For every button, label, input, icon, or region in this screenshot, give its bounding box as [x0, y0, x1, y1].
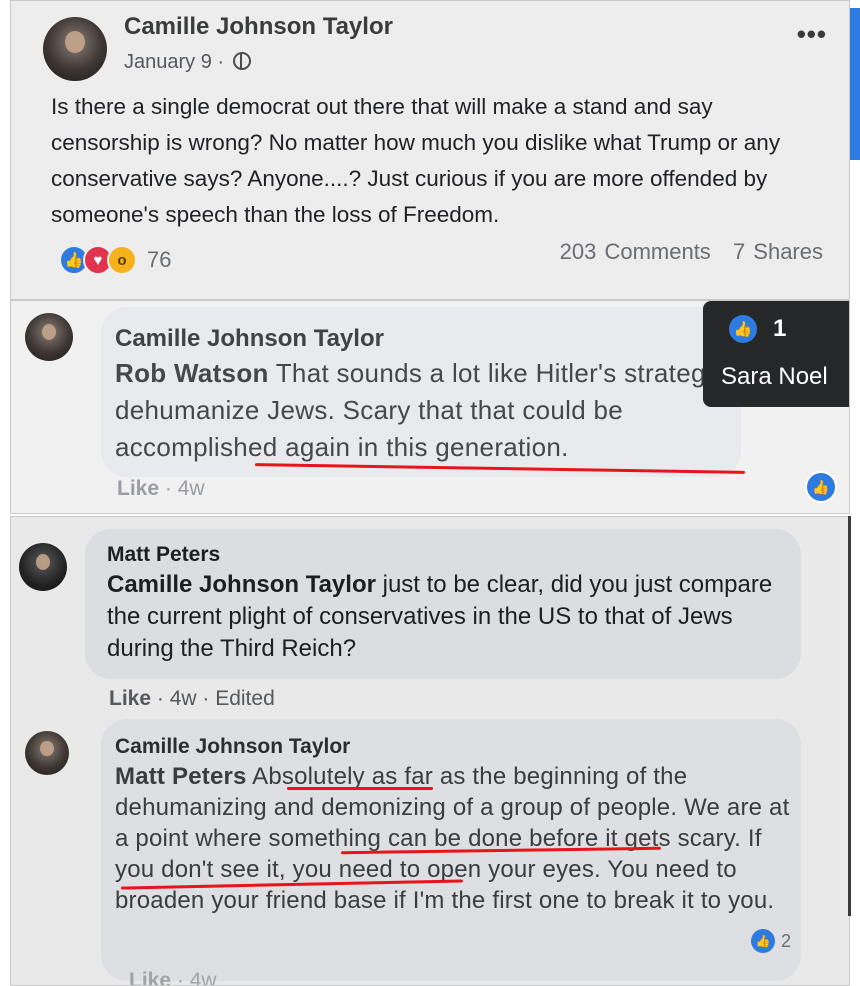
comment-timestamp[interactable]: · 4w [165, 477, 205, 500]
reactions-tooltip: 👍 1 Sara Noel [703, 301, 849, 407]
reaction-count: 76 [147, 247, 172, 272]
red-underline [287, 787, 433, 790]
comment-reaction-count: 2 [781, 930, 792, 951]
thread-card: Matt Peters Camille Johnson Taylor just … [10, 516, 850, 986]
commenter-avatar[interactable] [25, 731, 69, 775]
tooltip-name: Sara Noel [721, 363, 828, 390]
comment-author[interactable]: Camille Johnson Taylor [115, 735, 350, 759]
comment-text: Matt Peters Absolutely as far as the beg… [115, 761, 795, 916]
like-icon: 👍 [751, 929, 775, 953]
commenter-avatar[interactable] [19, 543, 67, 591]
post-stats: 203 Comments 7 Shares [560, 239, 823, 265]
comments-count-link[interactable]: 203 Comments [560, 239, 711, 264]
screen-edge [850, 8, 860, 160]
post-date-text: January 9 · [124, 51, 225, 73]
reply-card: Camille Johnson Taylor Rob Watson That s… [10, 300, 850, 514]
like-action[interactable]: Like [117, 477, 159, 500]
comment-actions: Like · 4w · Edited [109, 687, 275, 711]
reaction-summary[interactable]: 👍 ♥ o 76 [59, 245, 171, 275]
comment-reaction-summary[interactable]: 👍 2 [751, 929, 791, 953]
screen-edge [848, 516, 851, 916]
comment-actions: Like · 4w [129, 969, 217, 985]
commenter-avatar[interactable] [25, 313, 73, 361]
comment-text: Rob Watson That sounds a lot like Hitler… [115, 355, 765, 466]
wow-reaction-icon: o [107, 245, 137, 275]
comment-timestamp[interactable]: · 4w [177, 969, 217, 985]
tooltip-count: 1 [773, 315, 787, 342]
mention-link[interactable]: Rob Watson [115, 358, 269, 388]
post-date[interactable]: January 9 · [124, 51, 251, 74]
comment-author[interactable]: Camille Johnson Taylor [115, 325, 384, 353]
like-badge-icon[interactable]: 👍 [805, 471, 837, 503]
like-icon: 👍 [729, 315, 757, 343]
comment-author[interactable]: Matt Peters [107, 543, 220, 567]
post-author-avatar[interactable] [43, 17, 107, 81]
mention-link[interactable]: Camille Johnson Taylor [107, 571, 376, 598]
like-action[interactable]: Like [109, 687, 151, 710]
comment-timestamp[interactable]: · 4w · Edited [157, 687, 275, 710]
more-options-button[interactable]: ••• [797, 19, 827, 50]
like-action[interactable]: Like [129, 969, 171, 985]
post-text: Is there a single democrat out there tha… [51, 94, 781, 227]
post-author-name[interactable]: Camille Johnson Taylor [124, 13, 393, 41]
post-card: Camille Johnson Taylor January 9 · ••• I… [10, 0, 850, 300]
globe-icon [232, 52, 251, 70]
comment-text: Camille Johnson Taylor just to be clear,… [107, 569, 787, 665]
mention-link[interactable]: Matt Peters [115, 763, 247, 790]
comment-actions: Like · 4w [117, 477, 205, 501]
shares-count-link[interactable]: 7 Shares [733, 239, 823, 264]
